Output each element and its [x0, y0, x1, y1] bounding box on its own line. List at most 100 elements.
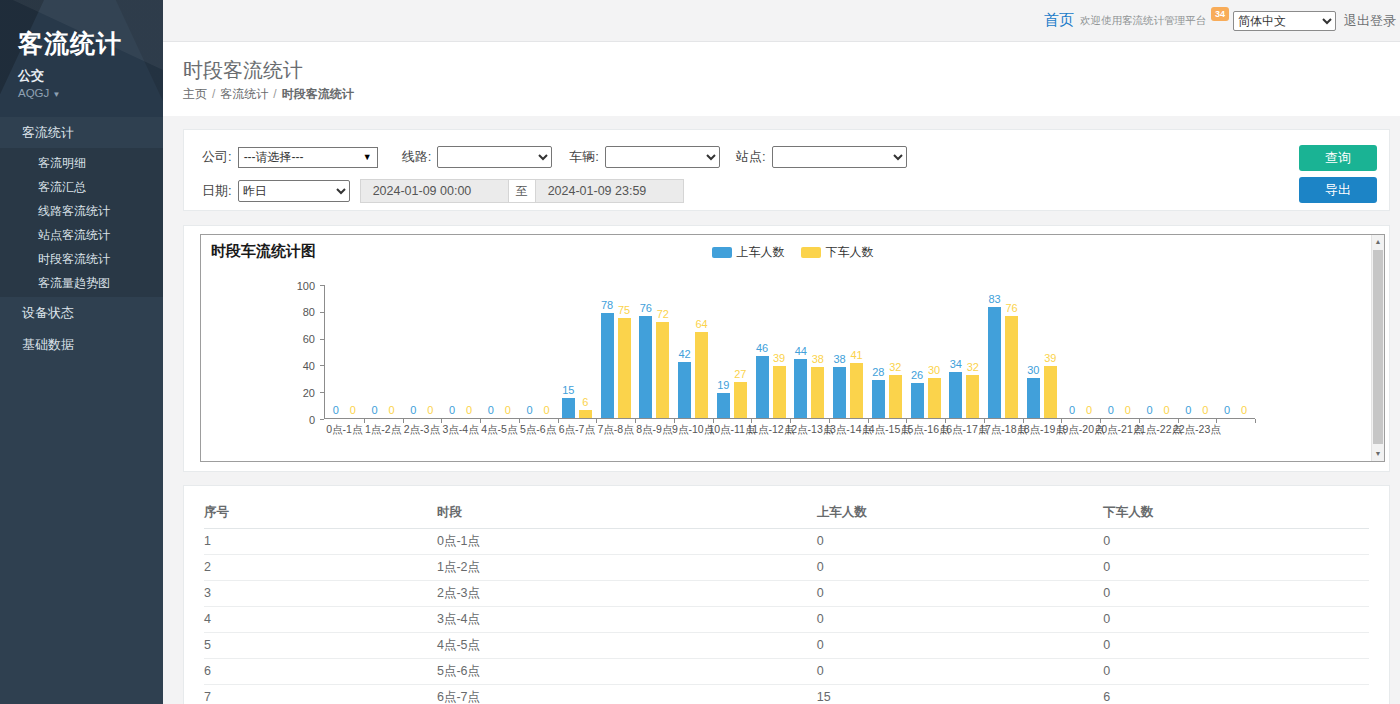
breadcrumb-home[interactable]: 主页 — [183, 87, 207, 101]
station-select[interactable] — [772, 146, 907, 168]
bar-value-label: 0 — [372, 405, 378, 416]
bar — [928, 378, 941, 418]
bar-value-label: 30 — [928, 365, 940, 376]
x-tick-label: 1点-2点 — [365, 423, 401, 437]
sidebar-subitem[interactable]: 客流汇总 — [0, 175, 163, 199]
language-select[interactable]: 简体中文 — [1233, 11, 1336, 31]
data-table-card: 序号时段上车人数下车人数 10点-1点0021点-2点0032点-3点0043点… — [183, 485, 1390, 704]
sidebar-item[interactable]: 基础数据 — [0, 329, 163, 361]
bar-column: 0 — [424, 285, 437, 418]
bar-column: 0 — [1104, 285, 1117, 418]
chart-container: 时段车流统计图 上车人数下车人数 020406080100 000点-1点001… — [200, 234, 1385, 462]
bar-group: 443812点-13点 — [790, 285, 829, 418]
bar-value-label: 38 — [834, 354, 846, 365]
date-from-input[interactable]: 2024-01-09 00:00 — [360, 179, 509, 203]
bar-column: 39 — [1044, 285, 1057, 418]
sidebar-subitem[interactable]: 客流明细 — [0, 151, 163, 175]
table-cell: 0 — [1103, 555, 1369, 581]
sidebar-subitem[interactable]: 客流量趋势图 — [0, 271, 163, 295]
bar-column: 75 — [618, 285, 631, 418]
bar — [833, 367, 846, 418]
bar-value-label: 0 — [410, 405, 416, 416]
table-row: 32点-3点00 — [204, 581, 1369, 607]
bar — [988, 307, 1001, 418]
bar-value-label: 41 — [851, 350, 863, 361]
bar-value-label: 75 — [618, 305, 630, 316]
bar-value-label: 0 — [1086, 405, 1092, 416]
bar — [889, 375, 902, 418]
bar-value-label: 0 — [527, 405, 533, 416]
bar-group: 42649点-10点 — [674, 285, 713, 418]
table-cell: 3 — [204, 581, 437, 607]
bar-value-label: 0 — [1164, 405, 1170, 416]
bar-value-label: 0 — [389, 405, 395, 416]
bar — [756, 356, 769, 418]
x-tick-label: 8点-9点 — [636, 423, 672, 437]
legend-swatch — [712, 247, 732, 258]
bar — [639, 316, 652, 418]
company-select[interactable]: ---请选择---▼ — [238, 147, 378, 168]
scrollbar-up-arrow[interactable]: ▲ — [1372, 235, 1384, 249]
bar — [579, 410, 592, 418]
legend-swatch — [801, 247, 821, 258]
bar-group: 192710点-11点 — [713, 285, 752, 418]
table-cell: 0 — [1103, 607, 1369, 633]
bar — [794, 359, 807, 418]
sidebar-subitem[interactable]: 站点客流统计 — [0, 223, 163, 247]
y-tick-label: 20 — [275, 387, 315, 399]
table-cell: 6点-7点 — [437, 685, 817, 704]
bar-group: 78757点-8点 — [596, 285, 635, 418]
scrollbar-down-arrow[interactable]: ▼ — [1372, 447, 1384, 461]
query-button[interactable]: 查询 — [1299, 145, 1377, 171]
bar — [850, 363, 863, 418]
line-select[interactable] — [437, 146, 552, 168]
vehicle-select[interactable] — [605, 146, 720, 168]
bar-column: 76 — [1005, 285, 1018, 418]
sidebar-item-passenger-stats[interactable]: 客流统计 — [0, 117, 163, 148]
bar-value-label: 0 — [505, 405, 511, 416]
x-tick-label: 4点-5点 — [481, 423, 517, 437]
table-cell: 7 — [204, 685, 437, 704]
bar-column: 0 — [1083, 285, 1096, 418]
bar-column: 64 — [695, 285, 708, 418]
bar-value-label: 76 — [1006, 303, 1018, 314]
bar-value-label: 19 — [717, 380, 729, 391]
date-range-select[interactable]: 昨日 — [238, 180, 350, 202]
bar-column: 0 — [501, 285, 514, 418]
bar-column: 0 — [1066, 285, 1079, 418]
sidebar-sections: 设备状态基础数据 — [0, 297, 163, 361]
x-tick-label: 6点-7点 — [559, 423, 595, 437]
breadcrumb-current: 时段客流统计 — [282, 87, 354, 101]
scrollbar-thumb[interactable] — [1373, 250, 1383, 444]
sidebar-subitem[interactable]: 线路客流统计 — [0, 199, 163, 223]
bar-column: 83 — [988, 285, 1001, 418]
company-label: 公司: — [202, 148, 232, 166]
bar-group: 005点-6点 — [519, 285, 558, 418]
legend-label: 上车人数 — [737, 244, 785, 261]
date-to-input[interactable]: 2024-01-09 23:59 — [535, 179, 684, 203]
sidebar-subitem[interactable]: 时段客流统计 — [0, 247, 163, 271]
notification-badge[interactable]: 34 — [1211, 7, 1229, 21]
x-tick-label: 0点-1点 — [326, 423, 362, 437]
bar-column: 78 — [601, 285, 614, 418]
chart-scrollbar[interactable]: ▲ ▼ — [1371, 235, 1384, 461]
bar-value-label: 0 — [1069, 405, 1075, 416]
bar-value-label: 76 — [640, 303, 652, 314]
bar-group: 004点-5点 — [480, 285, 519, 418]
data-table: 序号时段上车人数下车人数 10点-1点0021点-2点0032点-3点0043点… — [204, 498, 1369, 704]
x-tick-label: 5点-6点 — [520, 423, 556, 437]
bar-column: 0 — [446, 285, 459, 418]
logout-link[interactable]: 退出登录 — [1344, 12, 1396, 30]
bar-value-label: 6 — [582, 397, 588, 408]
export-button[interactable]: 导出 — [1299, 177, 1377, 203]
bar — [695, 332, 708, 418]
bar-group: 343216点-17点 — [945, 285, 984, 418]
sidebar-item[interactable]: 设备状态 — [0, 297, 163, 329]
org-code-dropdown[interactable]: AQGJ ▼ — [18, 87, 163, 99]
home-link[interactable]: 首页 — [1044, 11, 1074, 30]
bar-column: 0 — [1182, 285, 1195, 418]
sidebar-logo-area: 客流统计 公交 AQGJ ▼ — [0, 0, 163, 117]
x-tick-label: 2点-3点 — [404, 423, 440, 437]
table-cell: 0 — [817, 529, 1104, 555]
breadcrumb-parent[interactable]: 客流统计 — [220, 87, 268, 101]
